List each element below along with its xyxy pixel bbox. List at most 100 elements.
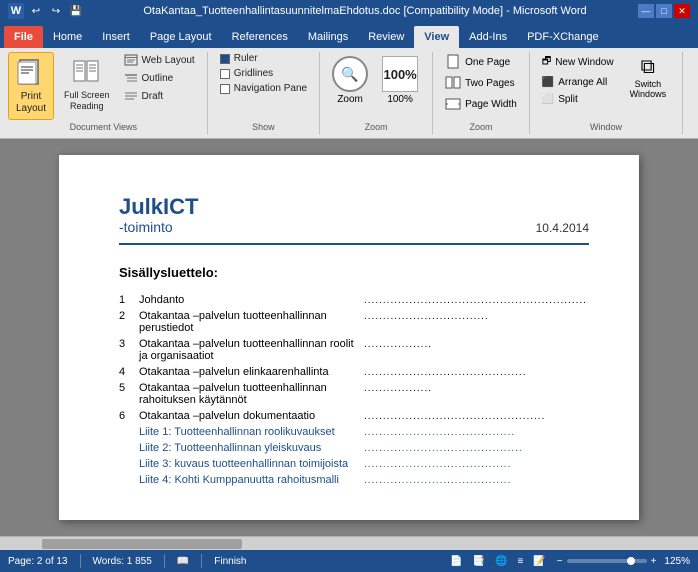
switch-windows-icon: ⧉ — [641, 56, 655, 79]
macros-content: ⏺ Macros — [691, 52, 698, 120]
page-width-button[interactable]: Page Width — [441, 94, 521, 114]
outline-view-btn[interactable]: ≡ — [514, 555, 526, 568]
word-icon: W — [8, 3, 24, 19]
full-screen-icon — [71, 56, 103, 88]
zoom-track — [567, 559, 647, 563]
toc-dots-liite2: ........................................… — [364, 443, 587, 454]
zoom-label: Zoom — [337, 94, 363, 105]
two-pages-button[interactable]: Two Pages — [441, 73, 521, 93]
gridlines-label: Gridlines — [234, 68, 273, 79]
split-button[interactable]: ⬜ Split — [538, 92, 618, 107]
toc-item-liite4: Liite 4: Kohti Kumppanuutta rahoitusmall… — [119, 474, 589, 486]
ribbon-tabs: File Home Insert Page Layout References … — [0, 22, 698, 48]
toc-dots-5: .................. — [364, 383, 587, 394]
zoom-pct-button[interactable]: 100% 100% — [376, 52, 424, 109]
draft-view-btn[interactable]: 📝 — [530, 555, 548, 568]
print-layout-button[interactable]: Print Layout — [8, 52, 54, 120]
toc-item-2: 2 Otakantaa –palvelun tuotteenhallinnan … — [119, 310, 589, 334]
tab-pdf-xchange[interactable]: PDF-XChange — [517, 26, 609, 48]
zoom-slider[interactable]: − + — [557, 556, 657, 567]
tab-review[interactable]: Review — [358, 26, 414, 48]
page-view-content: One Page Two Pages — [441, 52, 521, 120]
outline-button[interactable]: Outline — [120, 70, 199, 86]
new-window-button[interactable]: 🗗 New Window — [538, 52, 618, 73]
arrange-all-button[interactable]: ⬛ Arrange All — [538, 75, 618, 90]
status-page-text: Page: 2 of 13 — [8, 556, 68, 567]
one-page-icon — [445, 54, 461, 70]
tab-add-ins[interactable]: Add-Ins — [459, 26, 517, 48]
quick-access-undo[interactable]: ↩ — [28, 3, 44, 19]
view-mode-icons: 📄 📑 🌐 ≡ 📝 — [447, 555, 549, 568]
ribbon-group-window: 🗗 New Window ⬛ Arrange All ⬜ Split ⧉ Swi… — [538, 52, 683, 134]
web-layout-button[interactable]: Web Layout — [120, 52, 199, 68]
scrollbar-horizontal[interactable] — [0, 536, 698, 550]
minimize-button[interactable]: — — [638, 4, 654, 18]
page-view-label: Zoom — [441, 120, 521, 132]
toc-text-4: Otakantaa –palvelun elinkaarenhallinta — [139, 366, 362, 378]
show-label: Show — [216, 120, 311, 132]
status-words: Words: 1 855 — [93, 556, 152, 567]
tab-file[interactable]: File — [4, 26, 43, 48]
status-bar: Page: 2 of 13 Words: 1 855 📖 Finnish 📄 📑… — [0, 550, 698, 572]
split-label: Split — [558, 94, 577, 105]
print-layout-view-btn[interactable]: 📄 — [447, 555, 465, 568]
toc-item-4: 4 Otakantaa –palvelun elinkaarenhallinta… — [119, 366, 589, 378]
toc-item-liite3: Liite 3: kuvaus tuotteenhallinnan toimij… — [119, 458, 589, 470]
toc-item-3: 3 Otakantaa –palvelun tuotteenhallinnan … — [119, 338, 589, 362]
toc-item-1: 1 Johdanto .............................… — [119, 294, 589, 306]
page: JulkICT -toiminto 10.4.2014 Sisällysluet… — [59, 155, 639, 520]
quick-access-redo[interactable]: ↪ — [48, 3, 64, 19]
switch-windows-button[interactable]: ⧉ Switch Windows — [622, 52, 675, 103]
status-words-text: Words: 1 855 — [93, 556, 152, 567]
zoom-thumb — [627, 557, 635, 565]
tab-page-layout[interactable]: Page Layout — [140, 26, 222, 48]
toc-dots-4: ........................................… — [364, 367, 587, 378]
tab-references[interactable]: References — [222, 26, 298, 48]
arrange-all-icon: ⬛ — [542, 77, 554, 88]
status-page: Page: 2 of 13 — [8, 556, 68, 567]
zoom-plus-btn[interactable]: + — [651, 556, 657, 567]
zoom-button[interactable]: 🔍 Zoom — [328, 52, 372, 109]
full-screen-view-btn[interactable]: 📑 — [470, 555, 488, 568]
two-pages-label: Two Pages — [465, 78, 514, 89]
tab-insert[interactable]: Insert — [92, 26, 140, 48]
tab-view[interactable]: View — [414, 26, 459, 48]
toc-text-1: Johdanto — [139, 294, 362, 306]
print-layout-icon — [15, 57, 47, 89]
status-sep-2 — [164, 554, 165, 568]
page-view-buttons: One Page Two Pages — [441, 52, 521, 114]
toc-text-liite4: Liite 4: Kohti Kumppanuutta rahoitusmall… — [139, 474, 362, 486]
navigation-pane-button[interactable]: Navigation Pane — [216, 82, 311, 95]
draft-button[interactable]: Draft — [120, 88, 199, 104]
restore-button[interactable]: □ — [656, 4, 672, 18]
tab-mailings[interactable]: Mailings — [298, 26, 358, 48]
one-page-button[interactable]: One Page — [441, 52, 521, 72]
proofing-icon: 📖 — [177, 556, 189, 567]
web-layout-label: Web Layout — [142, 55, 195, 66]
tab-home[interactable]: Home — [43, 26, 92, 48]
full-screen-reading-button[interactable]: Full Screen Reading — [58, 52, 116, 116]
toc-num-3: 3 — [119, 338, 139, 350]
split-icon: ⬜ — [542, 94, 554, 105]
web-layout-view-btn[interactable]: 🌐 — [492, 555, 510, 568]
document-views-content: Print Layout Full Screen Re — [8, 52, 199, 120]
doc-date: 10.4.2014 — [536, 221, 589, 235]
quick-access-save[interactable]: 💾 — [68, 3, 84, 19]
navigation-pane-checkbox — [220, 84, 230, 94]
toc-text-liite3: Liite 3: kuvaus tuotteenhallinnan toimij… — [139, 458, 362, 470]
toc-item-6: 6 Otakantaa –palvelun dokumentaatio ....… — [119, 410, 589, 422]
view-small-buttons: Web Layout Outline — [120, 52, 199, 104]
macros-button[interactable]: ⏺ Macros — [691, 52, 698, 97]
ribbon-group-macros: ⏺ Macros Macros — [691, 52, 698, 134]
toc-text-3: Otakantaa –palvelun tuotteenhallinnan ro… — [139, 338, 362, 362]
navigation-pane-label: Navigation Pane — [234, 83, 307, 94]
status-sep-3 — [201, 554, 202, 568]
ribbon-group-document-views: Print Layout Full Screen Re — [8, 52, 208, 134]
toc-dots-6: ........................................… — [364, 411, 587, 422]
zoom-minus-btn[interactable]: − — [557, 556, 563, 567]
gridlines-button[interactable]: Gridlines — [216, 67, 311, 80]
zoom-pct-label: 100% — [387, 94, 413, 105]
close-button[interactable]: ✕ — [674, 4, 690, 18]
scrollbar-thumb[interactable] — [42, 539, 242, 549]
ruler-button[interactable]: Ruler — [216, 52, 311, 65]
